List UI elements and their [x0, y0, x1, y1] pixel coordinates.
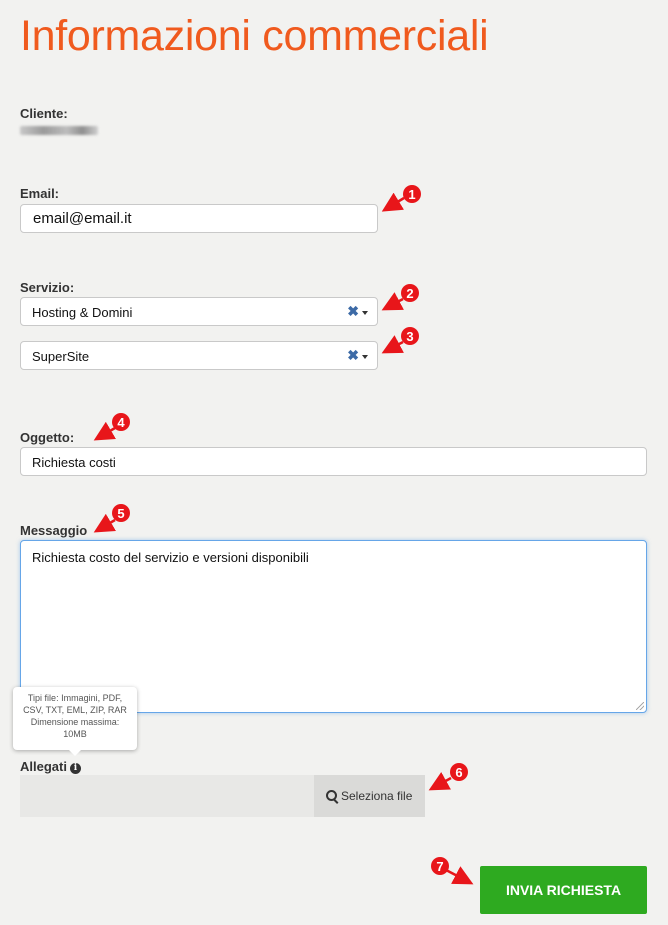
annotation-number: 5 — [117, 506, 124, 521]
annotation-marker-4: 4 — [93, 413, 130, 441]
annotation-number: 6 — [455, 765, 462, 780]
annotation-number: 4 — [117, 415, 125, 430]
annotation-marker-5: 5 — [93, 504, 130, 533]
annotation-marker-6: 6 — [428, 763, 468, 791]
annotation-number: 3 — [406, 329, 413, 344]
annotation-marker-3: 3 — [381, 327, 419, 354]
annotation-number: 2 — [406, 286, 413, 301]
annotation-marker-1: 1 — [381, 185, 421, 212]
annotation-marker-2: 2 — [381, 284, 419, 311]
annotation-number: 1 — [408, 187, 415, 202]
annotation-marker-7: 7 — [431, 857, 474, 885]
annotation-overlay: 1 2 3 4 5 6 7 — [93, 185, 474, 885]
annotation-number: 7 — [436, 859, 443, 874]
